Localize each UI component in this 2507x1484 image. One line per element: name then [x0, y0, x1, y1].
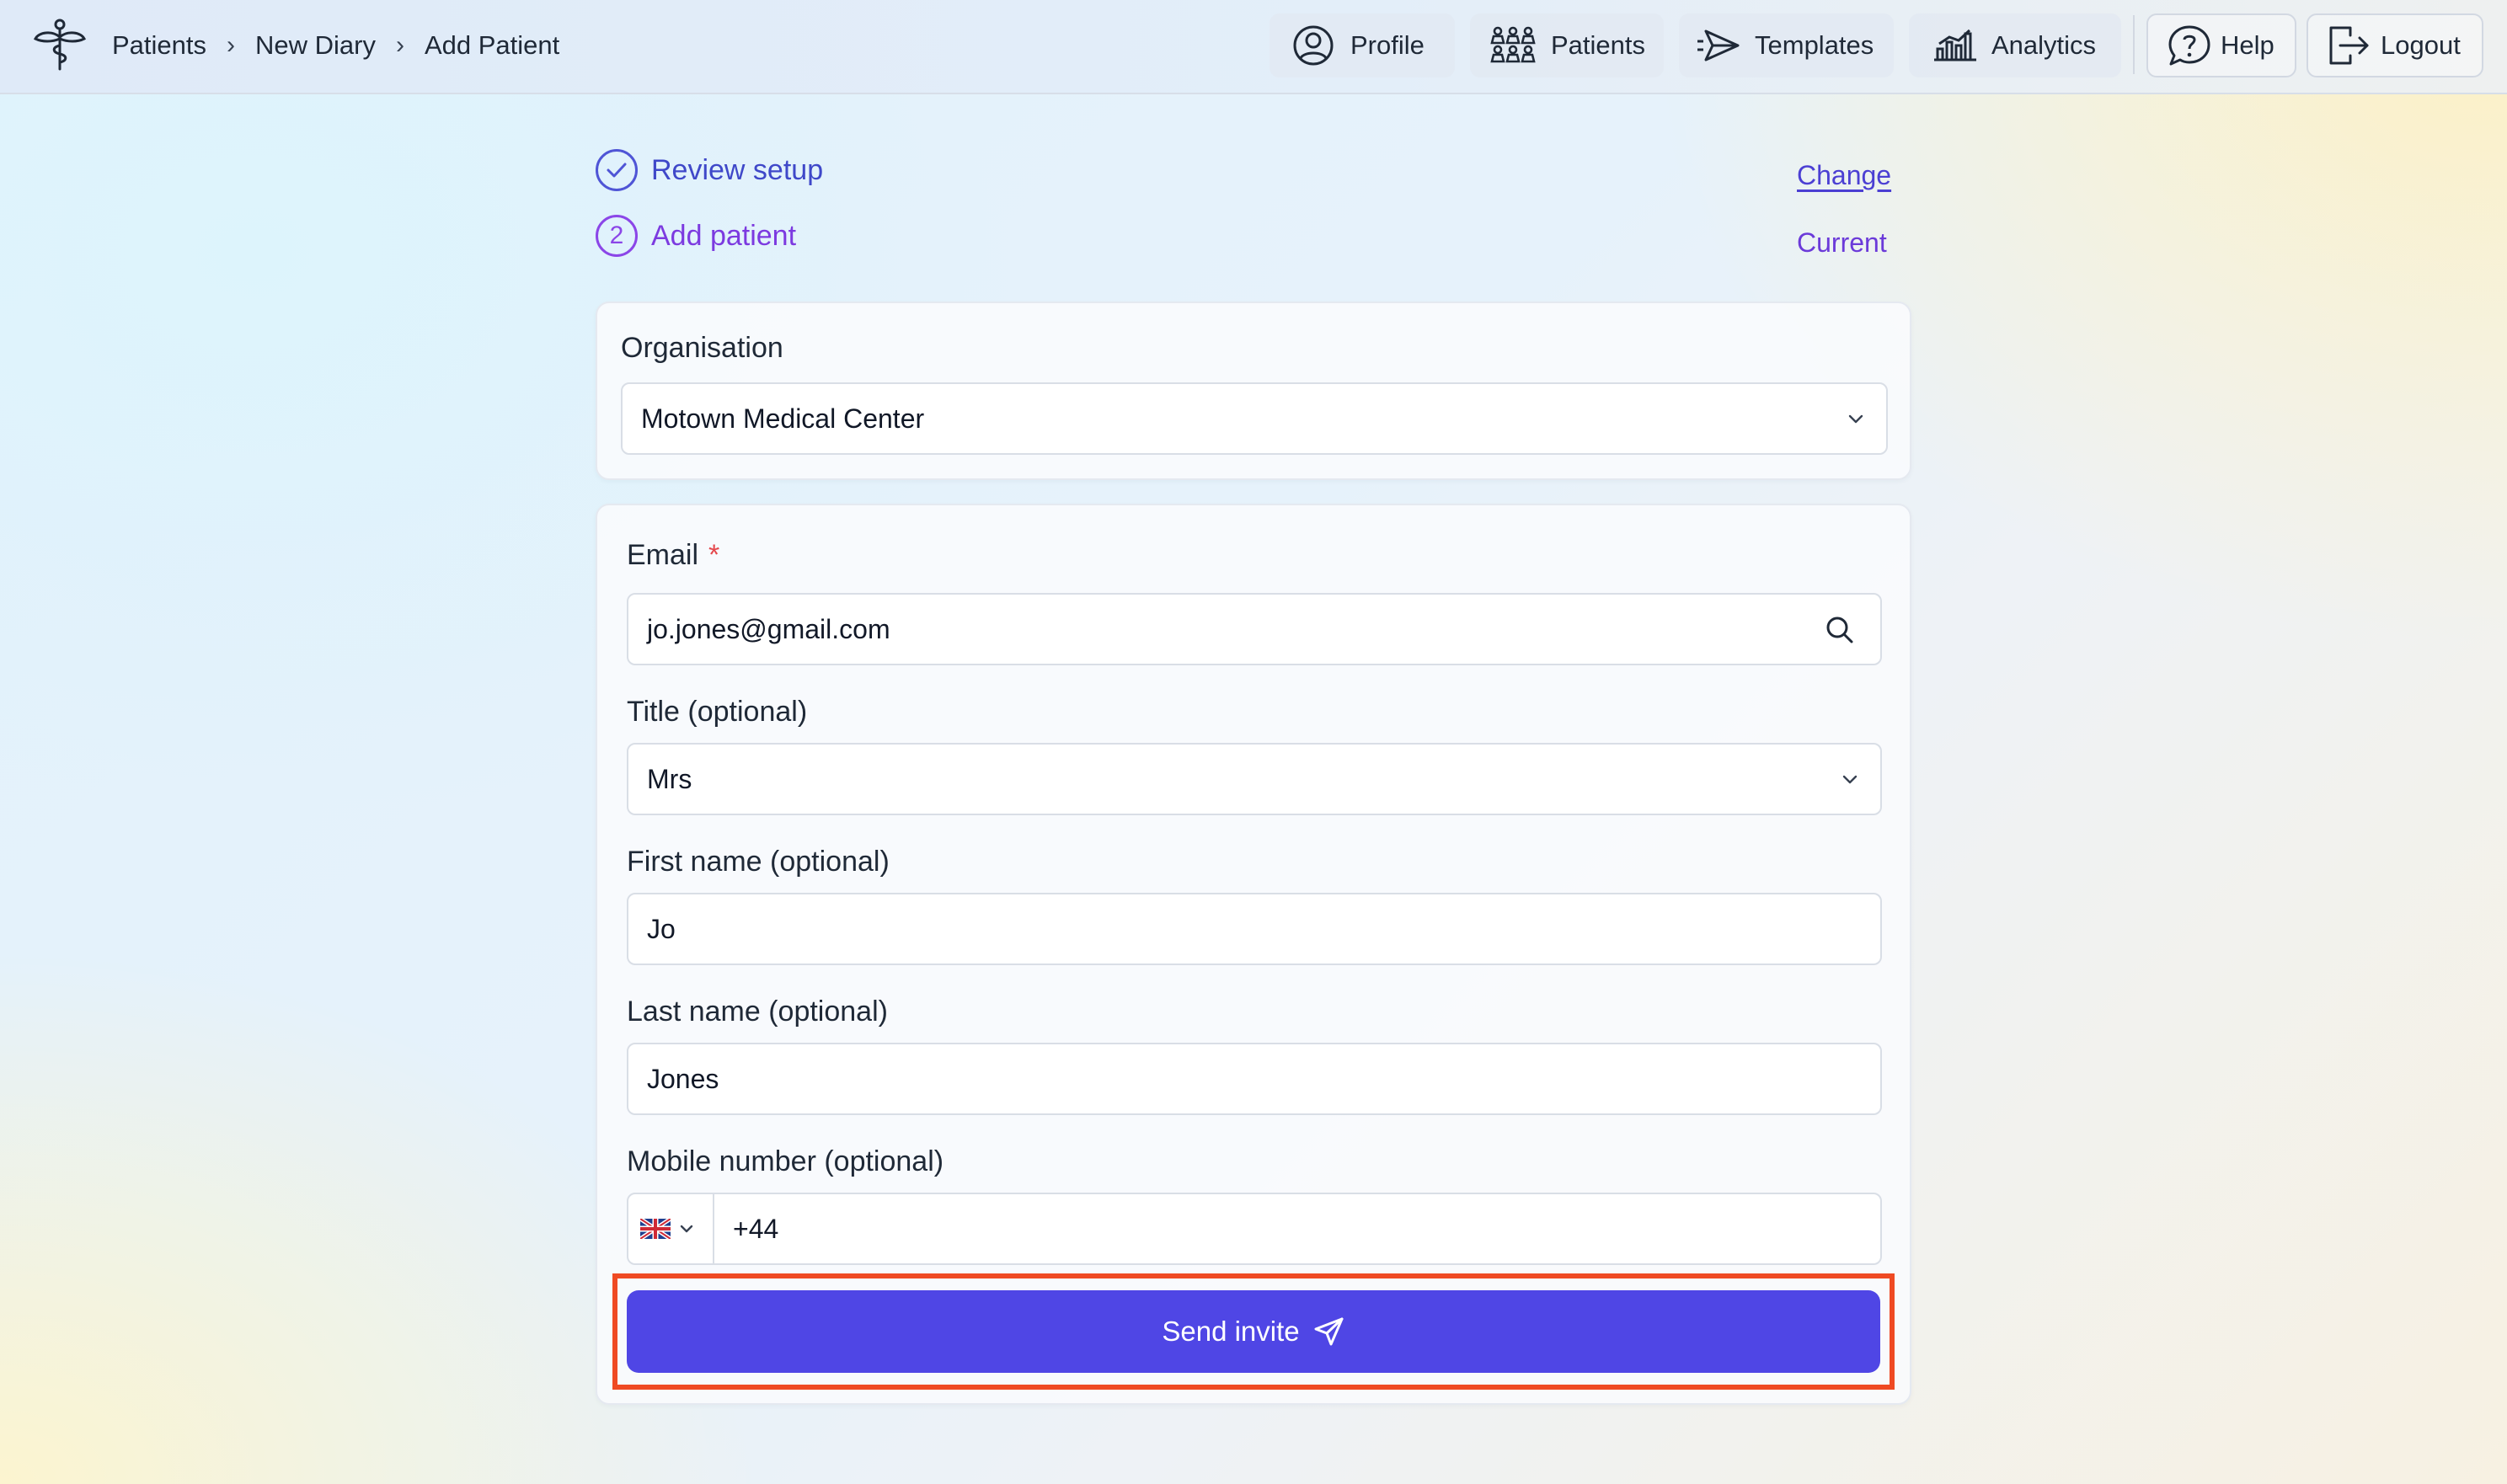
breadcrumb-separator: ›	[395, 31, 404, 59]
nav-analytics-label: Analytics	[1991, 30, 2097, 60]
nav-patients-button[interactable]: Patients	[1470, 13, 1664, 77]
step-review-setup: Review setup	[596, 149, 823, 191]
breadcrumb: Patients › New Diary › Add Patient	[112, 27, 559, 64]
logout-button[interactable]: Logout	[2307, 13, 2483, 77]
send-invite-button[interactable]: Send invite	[627, 1290, 1880, 1373]
first-name-label: First name (optional)	[627, 846, 890, 878]
country-code-select[interactable]	[628, 1194, 714, 1263]
required-asterisk: *	[708, 539, 720, 571]
nav-divider	[2133, 15, 2135, 74]
breadcrumb-new-diary[interactable]: New Diary	[255, 30, 376, 61]
caduceus-logo-icon[interactable]	[32, 17, 88, 72]
chevron-down-icon	[1848, 414, 1863, 424]
check-circle-icon	[596, 149, 638, 191]
step-add-patient-label: Add patient	[651, 219, 797, 252]
title-select[interactable]: Mrs	[627, 743, 1882, 815]
last-name-label: Last name (optional)	[627, 996, 888, 1028]
breadcrumb-patients[interactable]: Patients	[112, 30, 206, 61]
patient-form-card: Email * jo.jones@gmail.com Title (optiona…	[596, 504, 1911, 1405]
mobile-number-input[interactable]: +44	[714, 1214, 1880, 1245]
chevron-down-icon	[680, 1225, 693, 1233]
nav-templates-button[interactable]: Templates	[1679, 13, 1894, 77]
breadcrumb-add-patient: Add Patient	[424, 30, 560, 60]
uk-flag-icon	[640, 1219, 671, 1239]
help-question-icon	[2168, 25, 2210, 66]
search-icon[interactable]	[1825, 615, 1855, 645]
nav-templates-label: Templates	[1755, 30, 1874, 60]
organisation-card: Organisation Motown Medical Center	[596, 302, 1911, 480]
user-circle-icon	[1293, 25, 1334, 66]
send-icon	[1314, 1317, 1344, 1346]
step-number-badge: 2	[596, 215, 638, 257]
step-review-setup-label: Review setup	[651, 153, 824, 186]
bar-chart-icon	[1934, 29, 1976, 61]
organisation-label: Organisation	[621, 332, 783, 364]
help-label: Help	[2221, 30, 2274, 60]
logout-icon	[2329, 26, 2369, 65]
email-value: jo.jones@gmail.com	[647, 613, 890, 644]
organisation-select[interactable]: Motown Medical Center	[621, 382, 1888, 455]
chevron-down-icon	[1842, 775, 1858, 784]
current-step-indicator: Current	[1797, 227, 1887, 258]
first-name-value: Jo	[647, 913, 676, 944]
first-name-field[interactable]: Jo	[627, 893, 1882, 965]
change-link[interactable]: Change	[1797, 160, 1891, 191]
title-value: Mrs	[647, 763, 692, 794]
patients-group-icon	[1490, 26, 1536, 63]
help-button[interactable]: Help	[2146, 13, 2296, 77]
nav-analytics-button[interactable]: Analytics	[1909, 13, 2121, 77]
mobile-label: Mobile number (optional)	[627, 1145, 944, 1177]
top-navigation-bar: Patients › New Diary › Add Patient Profi…	[0, 0, 2507, 94]
breadcrumb-separator: ›	[227, 31, 236, 59]
mobile-field: +44	[627, 1193, 1882, 1265]
last-name-value: Jones	[647, 1063, 719, 1094]
nav-profile-label: Profile	[1350, 30, 1425, 60]
send-invite-label: Send invite	[1162, 1316, 1300, 1347]
email-field[interactable]: jo.jones@gmail.com	[627, 593, 1882, 665]
organisation-value: Motown Medical Center	[641, 403, 925, 434]
paper-plane-icon	[1697, 29, 1740, 61]
last-name-field[interactable]: Jones	[627, 1043, 1882, 1115]
nav-patients-label: Patients	[1551, 30, 1646, 60]
step-add-patient: 2 Add patient	[596, 215, 796, 257]
email-label: Email *	[627, 539, 720, 571]
nav-profile-button[interactable]: Profile	[1270, 13, 1455, 77]
title-label: Title (optional)	[627, 696, 808, 728]
logout-label: Logout	[2381, 30, 2461, 60]
